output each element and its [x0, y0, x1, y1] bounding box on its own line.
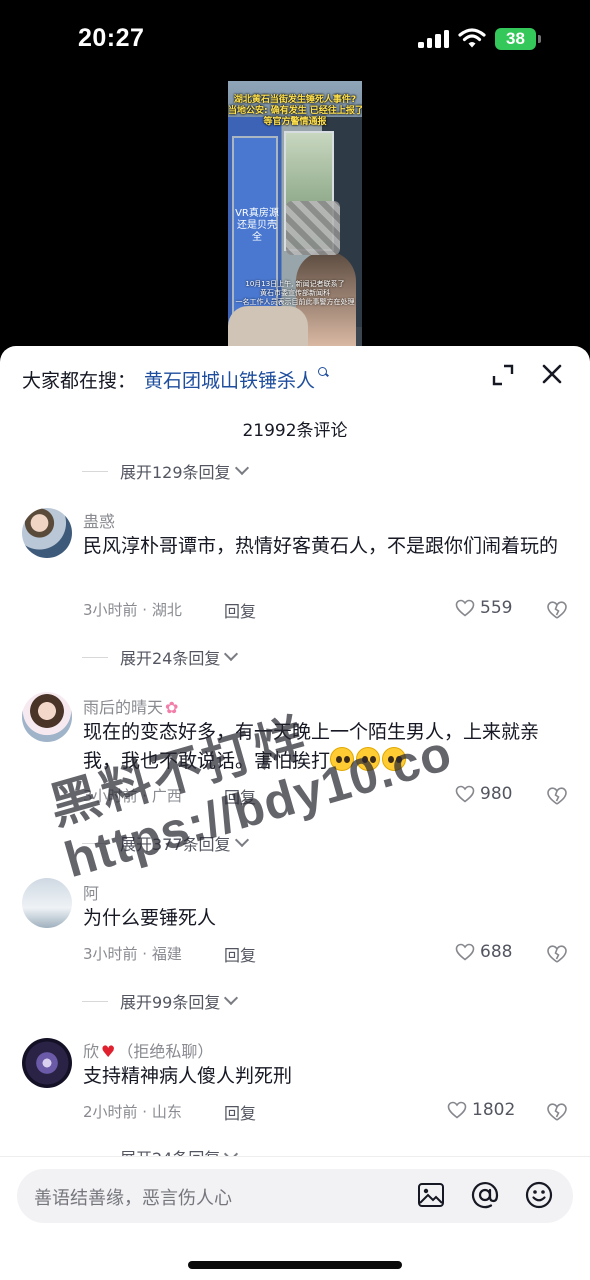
chevron-down-icon [234, 832, 249, 848]
like-button[interactable]: 688 [455, 942, 512, 962]
dislike-icon[interactable] [546, 786, 568, 806]
video-caption: 10月13日上午, 新闻记者联系了 黄石市委宣传部新闻科 一名工作人员表示目前此… [228, 280, 362, 307]
like-button[interactable]: 1802 [447, 1100, 515, 1120]
close-icon[interactable] [538, 360, 566, 388]
heart-icon [455, 785, 475, 803]
comment-count: 21992条评论 [242, 421, 348, 441]
expand-replies-button[interactable]: 展开99条回复 [82, 988, 239, 1014]
expand-replies-label: 展开99条回复 [120, 993, 221, 1012]
comment-input-bar: 善语结善缘，恶言伤人心 [0, 1156, 590, 1280]
comment-username[interactable]: 欣 ♥ （拒绝私聊） [83, 1038, 213, 1062]
expand-replies-button[interactable]: 展开129条回复 [82, 458, 249, 484]
like-count: 559 [480, 598, 513, 618]
comment-input-placeholder: 善语结善缘，恶言伤人心 [34, 1188, 232, 1209]
home-indicator [188, 1261, 402, 1269]
comment-username[interactable]: 雨后的晴天 ✿ [83, 694, 178, 718]
chevron-down-icon [234, 460, 249, 476]
comment-username[interactable]: 蛊惑 [83, 508, 115, 532]
dislike-icon[interactable] [546, 1102, 568, 1122]
comment-meta: 3小时前 · 福建 [83, 945, 182, 963]
chevron-down-icon [224, 646, 239, 662]
at-icon[interactable] [471, 1181, 499, 1209]
like-count: 1802 [472, 1100, 516, 1120]
comment-meta: 3小时前 · 湖北 [83, 601, 182, 619]
dislike-icon[interactable] [546, 944, 568, 964]
comment-meta: 2小时前 · 山东 [83, 1103, 182, 1121]
comment-text: 现在的变态好多，有一天晚上一个陌生男人，上来就亲我，我也不敢说话。害怕挨打 [83, 718, 563, 776]
avatar[interactable] [22, 692, 72, 742]
comment-username-text: 欣 [83, 1042, 100, 1061]
chevron-down-icon [224, 990, 239, 1006]
avatar[interactable] [22, 878, 72, 928]
video-panel-line: 还是贝壳全 [237, 220, 277, 243]
search-link[interactable]: 黄石团城山铁锤杀人 [144, 366, 315, 393]
reply-button[interactable]: 回复 [224, 598, 256, 622]
mosaic-blur [286, 201, 340, 255]
image-icon[interactable] [417, 1182, 445, 1208]
comment-text-body: 现在的变态好多，有一天晚上一个陌生男人，上来就亲我，我也不敢说话。害怕挨打 [83, 721, 540, 772]
collapse-icon[interactable] [490, 362, 516, 388]
comment-input[interactable]: 善语结善缘，恶言伤人心 [17, 1169, 573, 1223]
expand-replies-button[interactable]: 展开24条回复 [82, 644, 239, 670]
comment-sheet: 大家都在搜： 黄石团城山铁锤杀人 21992条评论 展开129条回复 蛊惑 民风… [0, 346, 590, 1280]
reply-button[interactable]: 回复 [224, 1100, 256, 1124]
video-headline-line: 等官方警情通报 [263, 117, 327, 127]
signal-icon [418, 30, 450, 48]
expand-replies-label: 展开24条回复 [120, 649, 221, 668]
video-headline: 湖北黄石当街发生锤死人事件? 当地公安: 确有发生 已经往上报了 等官方警情通报 [228, 95, 362, 128]
like-count: 980 [480, 784, 513, 804]
video-caption-line: 一名工作人员表示目前此事警方在处理 [235, 298, 355, 306]
comment-text: 民风淳朴哥谭市，热情好客黄石人，不是跟你们闹着玩的 [83, 535, 559, 557]
pleading-emoji-icon [330, 747, 355, 771]
pleading-emoji-icon [356, 747, 381, 771]
video-panel-line: VR真房源 [235, 208, 279, 219]
expand-replies-button[interactable]: 展开377条回复 [82, 830, 249, 856]
video-caption-line: 10月13日上午, 新闻记者联系了 [245, 280, 345, 288]
dislike-icon[interactable] [546, 600, 568, 620]
heart-icon [455, 943, 475, 961]
like-count: 688 [480, 942, 513, 962]
like-button[interactable]: 559 [455, 598, 512, 618]
search-prefix: 大家都在搜： [22, 369, 137, 392]
comment-text: 为什么要锤死人 [83, 907, 217, 929]
red-heart-icon: ♥ [101, 1042, 116, 1061]
video-headline-line: 湖北黄石当街发生锤死人事件? [233, 95, 357, 105]
expand-replies-label: 展开377条回复 [120, 835, 231, 854]
reply-button[interactable]: 回复 [224, 942, 256, 966]
avatar[interactable] [22, 1038, 72, 1088]
search-suggestion: 大家都在搜： 黄石团城山铁锤杀人 [22, 364, 331, 394]
comment-username[interactable]: 阿 [83, 880, 99, 904]
like-button[interactable]: 980 [455, 784, 512, 804]
battery-icon: 38 [495, 28, 541, 50]
heart-icon [447, 1101, 467, 1119]
status-bar: 20:27 38 [0, 0, 590, 80]
flower-icon: ✿ [165, 698, 179, 717]
avatar[interactable] [22, 508, 72, 558]
status-time: 20:27 [78, 24, 145, 52]
wifi-icon [458, 28, 486, 48]
pleading-emoji-icon [382, 747, 407, 771]
heart-icon [455, 599, 475, 617]
reply-button[interactable]: 回复 [224, 784, 256, 808]
search-icon [317, 366, 331, 380]
video-thumbnail[interactable]: VR真房源 还是贝壳全 湖北黄石当街发生锤死人事件? 当地公安: 确有发生 已经… [228, 81, 362, 346]
video-caption-line: 黄石市委宣传部新闻科 [260, 289, 330, 297]
battery-level: 38 [495, 28, 536, 50]
comment-username-suffix: （拒绝私聊） [117, 1042, 214, 1061]
comment-username-text: 雨后的晴天 [83, 698, 164, 717]
emoji-icon[interactable] [525, 1181, 553, 1209]
expand-replies-label: 展开129条回复 [120, 463, 231, 482]
comment-text: 支持精神病人傻人判死刑 [83, 1065, 293, 1087]
video-headline-line: 当地公安: 确有发生 已经往上报了 [228, 106, 362, 116]
comment-meta: 3小时前 · 广西 [83, 787, 182, 805]
